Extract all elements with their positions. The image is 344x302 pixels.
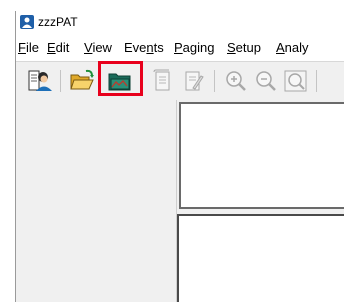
toolbar-separator <box>214 70 215 92</box>
menu-bar: File Edit View Events Paging Setup Analy <box>16 38 344 58</box>
report-button[interactable] <box>149 68 177 94</box>
toolbar <box>16 61 344 101</box>
highlight-box <box>98 61 143 96</box>
zoom-fit-button[interactable] <box>282 68 310 94</box>
toolbar-separator <box>60 70 61 92</box>
toolbar-separator <box>316 70 317 92</box>
open-button[interactable] <box>68 68 96 94</box>
app-icon <box>20 15 34 29</box>
menu-file[interactable]: File <box>18 40 39 56</box>
patient-icon <box>28 70 52 91</box>
upper-view-pane[interactable] <box>179 102 344 209</box>
zoom-in-button[interactable] <box>222 68 250 94</box>
zoom-out-icon <box>256 71 276 91</box>
patient-button[interactable] <box>26 68 54 94</box>
menu-view[interactable]: View <box>84 40 112 56</box>
zoom-in-icon <box>226 71 246 91</box>
menu-paging[interactable]: Paging <box>174 40 214 56</box>
menu-edit[interactable]: Edit <box>47 40 69 56</box>
report-icon <box>153 69 170 91</box>
zoom-fit-icon <box>284 70 307 92</box>
zoom-out-button[interactable] <box>252 68 280 94</box>
menu-setup[interactable]: Setup <box>227 40 261 56</box>
lower-view-pane[interactable] <box>177 214 344 302</box>
title-bar: zzzPAT <box>16 11 344 37</box>
report-edit-button[interactable] <box>179 68 207 94</box>
menu-analysis[interactable]: Analy <box>276 40 309 56</box>
report-edit-icon <box>185 71 204 91</box>
menu-events[interactable]: Events <box>124 40 164 56</box>
workspace <box>177 100 344 302</box>
window-title: zzzPAT <box>38 15 78 29</box>
open-folder-icon <box>70 69 94 90</box>
left-panel <box>16 100 177 302</box>
app-window: zzzPAT File Edit View Events Paging Setu… <box>15 11 344 302</box>
